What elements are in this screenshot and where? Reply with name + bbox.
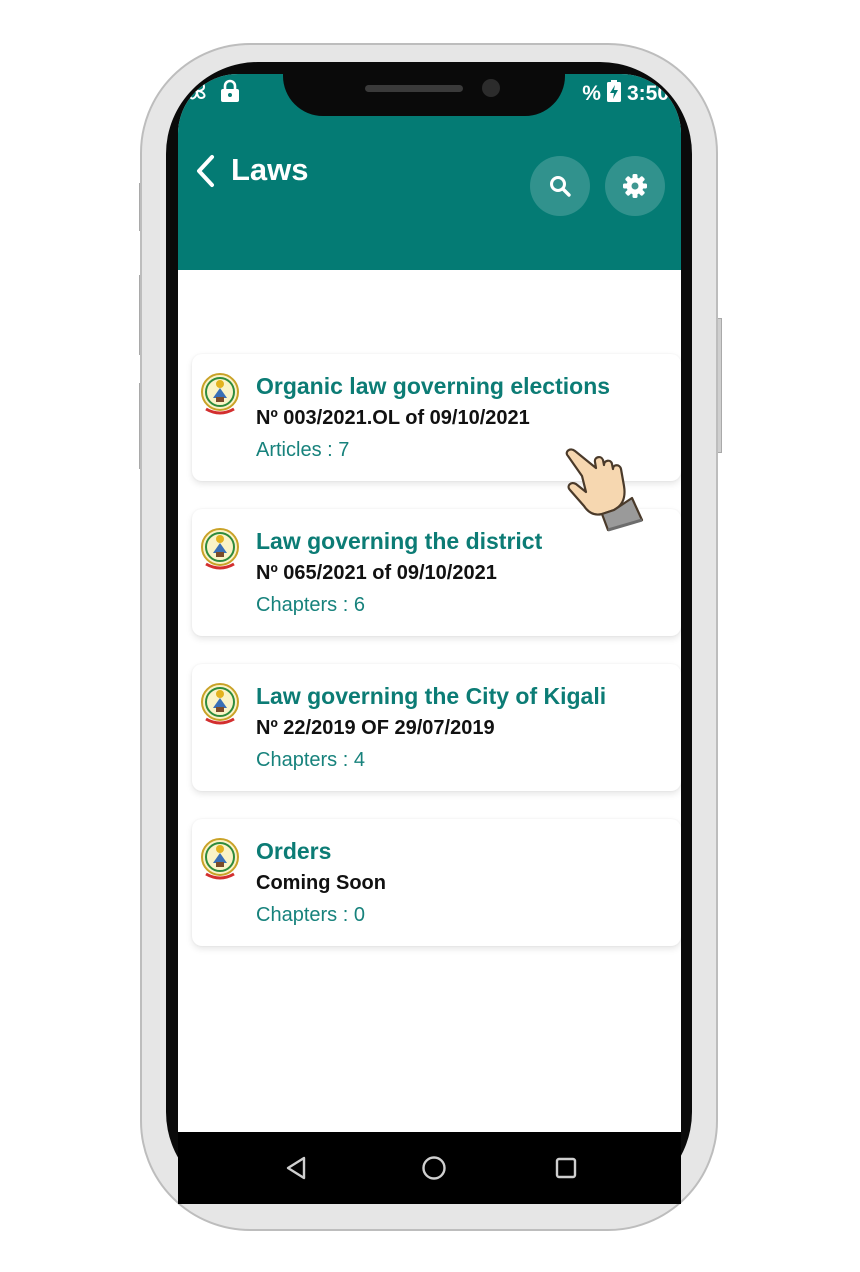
law-count: Chapters : 4 xyxy=(256,749,365,771)
app-screen: % 3:50 Laws Organic law governing electi… xyxy=(178,74,681,1132)
rwanda-emblem-icon xyxy=(201,528,239,570)
nav-back-button[interactable] xyxy=(282,1154,310,1182)
law-number: Nº 003/2021.OL of 09/10/2021 xyxy=(256,407,530,429)
law-count: Chapters : 0 xyxy=(256,904,365,926)
rwanda-emblem-icon xyxy=(201,683,239,725)
clock-time: 3:50 xyxy=(626,82,669,105)
law-number: Nº 065/2021 of 09/10/2021 xyxy=(256,562,497,584)
lock-icon xyxy=(220,79,240,109)
rwanda-emblem-icon xyxy=(201,373,239,415)
law-card[interactable]: Law governing the City of Kigali Nº 22/2… xyxy=(192,664,681,791)
back-button[interactable] xyxy=(194,154,218,188)
front-camera xyxy=(482,79,500,97)
law-title: Organic law governing elections xyxy=(256,373,611,399)
battery-percent: % xyxy=(582,82,601,105)
law-title: Orders xyxy=(256,838,332,864)
settings-button[interactable] xyxy=(605,156,665,216)
nav-back-icon xyxy=(286,1156,306,1180)
nav-recents-button[interactable] xyxy=(552,1154,580,1182)
battery-charging-icon xyxy=(606,80,621,108)
search-button[interactable] xyxy=(530,156,590,216)
rwanda-emblem-icon xyxy=(201,838,239,880)
phone-speaker xyxy=(365,85,463,92)
law-count: Chapters : 6 xyxy=(256,594,365,616)
search-icon xyxy=(550,176,571,197)
nav-recents-icon xyxy=(555,1157,577,1179)
law-title: Law governing the City of Kigali xyxy=(256,683,607,709)
nav-home-button[interactable] xyxy=(420,1154,448,1182)
tap-hand-icon xyxy=(565,448,644,532)
android-nav-bar xyxy=(178,1132,681,1204)
page-title: Laws xyxy=(231,152,309,187)
gear-icon xyxy=(623,174,647,198)
law-number: Coming Soon xyxy=(256,872,386,894)
law-number: Nº 22/2019 OF 29/07/2019 xyxy=(256,717,495,739)
nav-home-icon xyxy=(422,1156,446,1180)
law-card[interactable]: Orders Coming Soon Chapters : 0 xyxy=(192,819,681,946)
chevron-left-icon xyxy=(197,155,214,187)
phone-mockup: % 3:50 Laws Organic law governing electi… xyxy=(0,0,860,1272)
pinwheel-icon xyxy=(184,78,210,110)
